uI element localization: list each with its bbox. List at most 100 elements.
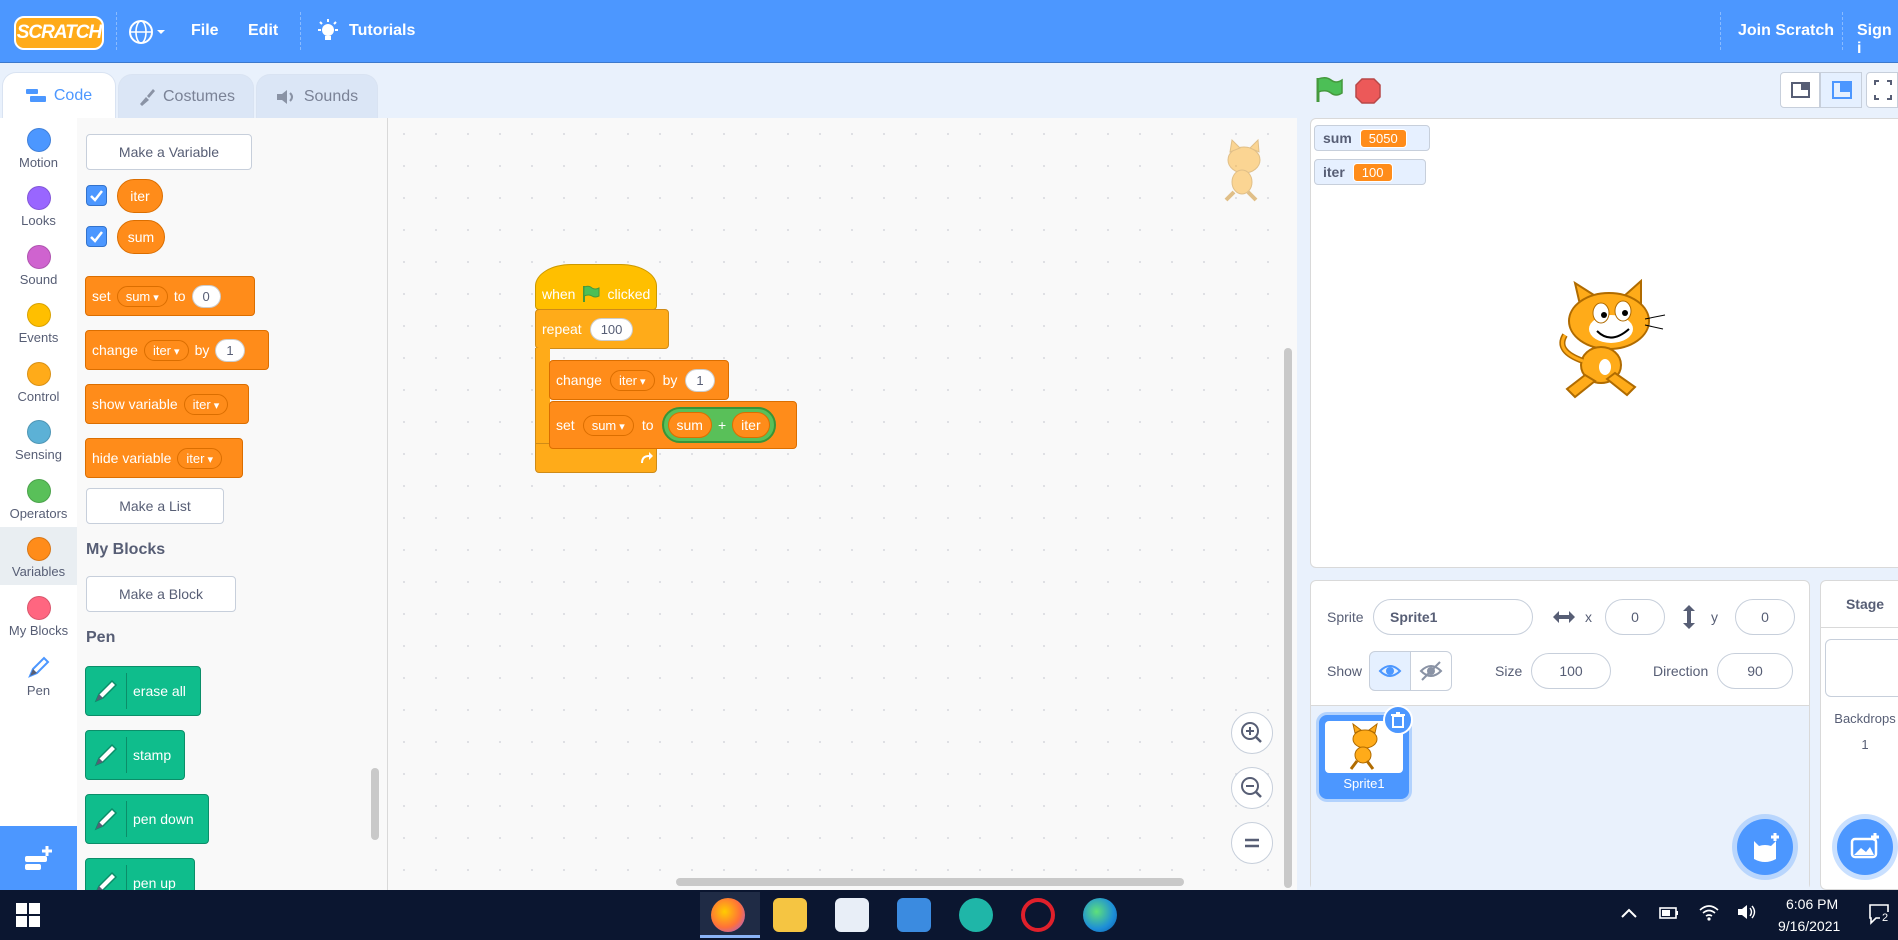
tutorials-button[interactable]: Tutorials — [349, 22, 415, 40]
repeat-block[interactable]: repeat 100 — [535, 309, 669, 349]
show-visible-button[interactable] — [1369, 651, 1411, 691]
pen-down-block[interactable]: pen down — [85, 794, 209, 844]
variable-monitor[interactable]: iter 100 — [1314, 159, 1426, 185]
show-variable-block[interactable]: show variable iter — [85, 384, 249, 424]
variable-reporter-iter[interactable]: iter — [732, 412, 770, 438]
variable-monitor[interactable]: sum 5050 — [1314, 125, 1430, 151]
windows-start-button[interactable] — [16, 903, 40, 927]
sign-in-button[interactable]: Sign i — [1857, 22, 1898, 58]
variable-reporter-sum[interactable]: sum — [667, 412, 712, 438]
mail-icon[interactable] — [897, 898, 931, 932]
change-iter-block[interactable]: change iter by 1 — [549, 360, 729, 400]
script-vertical-scrollbar[interactable] — [1284, 348, 1292, 888]
make-list-button[interactable]: Make a List — [86, 488, 224, 524]
add-extension-button[interactable] — [0, 826, 77, 890]
category-sound[interactable]: Sound — [0, 235, 77, 293]
variable-dropdown[interactable]: iter — [143, 339, 189, 361]
category-motion[interactable]: Motion — [0, 118, 77, 176]
stamp-block[interactable]: stamp — [85, 730, 185, 780]
chevron-up-icon[interactable] — [1620, 906, 1638, 920]
edge-icon[interactable] — [1083, 898, 1117, 932]
edit-menu[interactable]: Edit — [248, 22, 278, 40]
store-icon[interactable] — [835, 898, 869, 932]
tab-sounds[interactable]: Sounds — [256, 74, 378, 118]
sum-checkbox[interactable] — [86, 226, 107, 247]
choose-sprite-button[interactable] — [1737, 819, 1793, 875]
value-input[interactable]: 1 — [215, 338, 245, 362]
clock-date[interactable]: 9/16/2021 — [1778, 918, 1840, 934]
volume-icon[interactable] — [1736, 903, 1758, 921]
tab-code-label: Code — [53, 86, 93, 104]
set-variable-block[interactable]: set sum to 0 — [85, 276, 255, 316]
zoom-in-button[interactable] — [1231, 712, 1273, 754]
green-flag-button[interactable] — [1314, 76, 1344, 104]
menu-separator — [1842, 12, 1844, 50]
add-operator-block[interactable]: sum + iter — [661, 407, 776, 443]
battery-icon[interactable] — [1658, 904, 1680, 922]
make-variable-button[interactable]: Make a Variable — [86, 134, 252, 170]
language-menu[interactable] — [128, 18, 168, 46]
make-block-button[interactable]: Make a Block — [86, 576, 236, 612]
variable-dropdown[interactable]: iter — [177, 447, 223, 469]
hide-variable-block[interactable]: hide variable iter — [85, 438, 243, 478]
category-looks[interactable]: Looks — [0, 176, 77, 234]
tab-code[interactable]: Code — [2, 72, 116, 118]
choose-backdrop-button[interactable] — [1837, 819, 1893, 875]
delete-sprite-button[interactable] — [1383, 705, 1413, 735]
backdrop-thumbnail[interactable] — [1825, 639, 1898, 697]
stage-selector-panel[interactable]: Stage Backdrops 1 — [1820, 580, 1898, 890]
firefox-icon[interactable] — [711, 898, 745, 932]
tab-costumes[interactable]: Costumes — [118, 74, 254, 118]
clock-time[interactable]: 6:06 PM — [1786, 896, 1838, 912]
file-menu[interactable]: File — [191, 22, 219, 40]
y-input[interactable]: 0 — [1735, 599, 1795, 635]
category-operators[interactable]: Operators — [0, 469, 77, 527]
pen-up-block[interactable]: pen up — [85, 858, 195, 890]
variable-dropdown[interactable]: sum — [116, 285, 168, 307]
value-input[interactable]: 1 — [685, 368, 715, 392]
block-text: repeat — [542, 321, 582, 337]
notifications-button[interactable]: 2 — [1868, 902, 1892, 926]
script-area[interactable]: when clicked repeat 100 change iter by 1… — [388, 118, 1297, 890]
variable-reporter-sum[interactable]: sum — [117, 220, 165, 254]
erase-all-block[interactable]: erase all — [85, 666, 201, 716]
variable-dropdown[interactable]: iter — [183, 393, 229, 415]
large-stage-button[interactable] — [1820, 72, 1862, 108]
sprite-name-input[interactable]: Sprite1 — [1373, 599, 1533, 635]
small-stage-button[interactable] — [1780, 72, 1820, 108]
wifi-icon[interactable] — [1698, 902, 1720, 922]
when-flag-clicked-block[interactable]: when clicked — [535, 264, 657, 310]
category-events[interactable]: Events — [0, 293, 77, 351]
sprite-cat-icon[interactable] — [1545, 279, 1675, 409]
value-input[interactable]: 0 — [191, 284, 221, 308]
chat-app-icon[interactable] — [959, 898, 993, 932]
file-explorer-icon[interactable] — [773, 898, 807, 932]
join-scratch-button[interactable]: Join Scratch — [1738, 22, 1834, 40]
show-hidden-button[interactable] — [1410, 651, 1452, 691]
direction-input[interactable]: 90 — [1717, 653, 1793, 689]
iter-checkbox[interactable] — [86, 185, 107, 206]
repeat-count-input[interactable]: 100 — [589, 317, 634, 341]
category-my-blocks[interactable]: My Blocks — [0, 586, 77, 644]
category-sensing[interactable]: Sensing — [0, 410, 77, 468]
menu-separator — [116, 12, 118, 50]
scratch-logo[interactable]: SCRATCH — [14, 16, 104, 50]
change-variable-block[interactable]: change iter by 1 — [85, 330, 269, 370]
stage-canvas[interactable]: sum 5050 iter 100 — [1310, 118, 1898, 568]
size-input[interactable]: 100 — [1531, 653, 1611, 689]
category-pen[interactable]: Pen — [0, 644, 77, 702]
zoom-out-button[interactable] — [1231, 767, 1273, 809]
x-input[interactable]: 0 — [1605, 599, 1665, 635]
palette-scrollbar[interactable] — [371, 768, 379, 840]
fullscreen-button[interactable] — [1866, 72, 1898, 108]
script-horizontal-scrollbar[interactable] — [676, 878, 1184, 886]
set-sum-block[interactable]: set sum to sum + iter — [549, 401, 797, 449]
variable-dropdown[interactable]: iter — [609, 369, 655, 391]
category-control[interactable]: Control — [0, 352, 77, 410]
stop-button[interactable] — [1354, 77, 1382, 105]
zoom-reset-button[interactable] — [1231, 822, 1273, 864]
category-variables[interactable]: Variables — [0, 527, 77, 585]
variable-dropdown[interactable]: sum — [582, 414, 634, 436]
variable-reporter-iter[interactable]: iter — [117, 179, 163, 213]
opera-icon[interactable] — [1021, 898, 1055, 932]
